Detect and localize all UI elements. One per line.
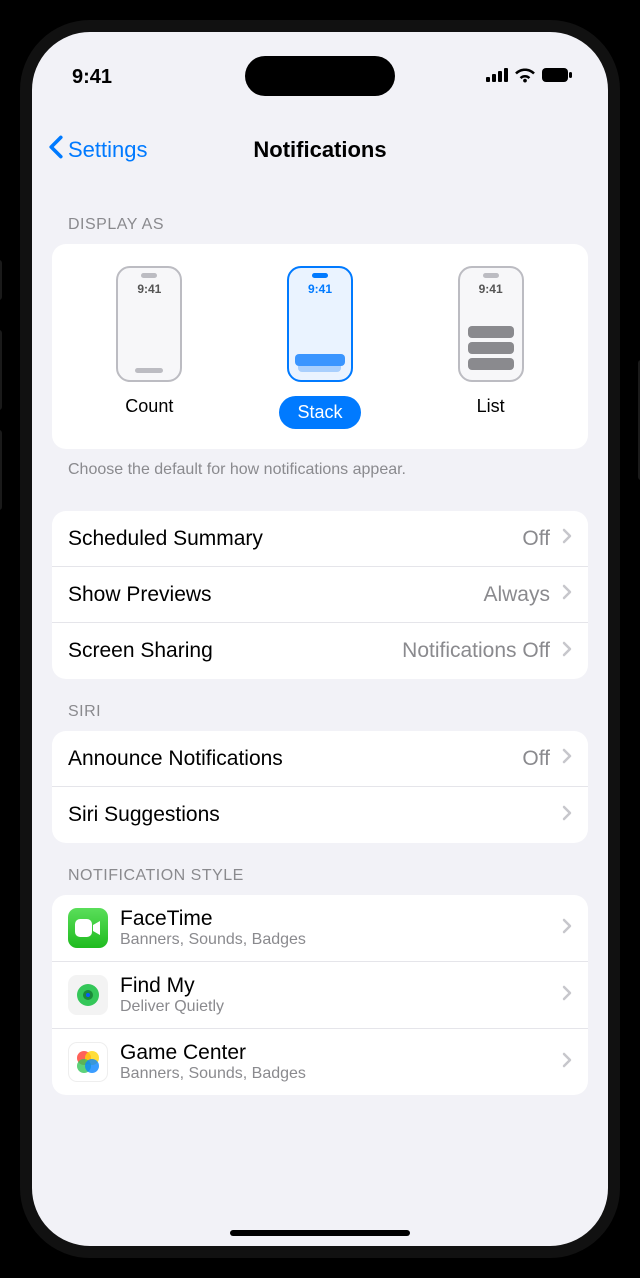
row-show-previews[interactable]: Show Previews Always bbox=[52, 567, 588, 623]
findmy-icon bbox=[68, 975, 108, 1015]
app-name: Game Center bbox=[120, 1041, 550, 1065]
page-title: Notifications bbox=[253, 137, 386, 163]
display-option-list[interactable]: 9:41 List bbox=[431, 266, 551, 429]
row-value: Notifications Off bbox=[402, 639, 550, 663]
display-option-count[interactable]: 9:41 Count bbox=[89, 266, 209, 429]
row-value: Always bbox=[483, 583, 550, 607]
section-header-style: NOTIFICATION STYLE bbox=[52, 843, 588, 895]
facetime-icon bbox=[68, 908, 108, 948]
status-time: 9:41 bbox=[72, 66, 112, 89]
back-label: Settings bbox=[68, 137, 148, 163]
display-option-stack[interactable]: 9:41 Stack bbox=[260, 266, 380, 429]
app-row-gamecenter[interactable]: Game Center Banners, Sounds, Badges bbox=[52, 1029, 588, 1095]
chevron-right-icon bbox=[562, 641, 572, 662]
app-sub: Banners, Sounds, Badges bbox=[120, 1065, 550, 1083]
row-value: Off bbox=[522, 747, 550, 771]
volume-down-button bbox=[0, 430, 2, 510]
app-row-facetime[interactable]: FaceTime Banners, Sounds, Badges bbox=[52, 895, 588, 962]
chevron-right-icon bbox=[562, 748, 572, 769]
chevron-right-icon bbox=[562, 805, 572, 826]
row-siri-suggestions[interactable]: Siri Suggestions bbox=[52, 787, 588, 843]
count-preview: 9:41 bbox=[116, 266, 182, 382]
battery-icon bbox=[542, 68, 572, 87]
wifi-icon bbox=[514, 67, 536, 88]
device-frame: 9:41 Settings Notification bbox=[0, 0, 640, 1278]
row-value: Off bbox=[522, 527, 550, 551]
app-name: Find My bbox=[120, 974, 550, 998]
chevron-right-icon bbox=[562, 985, 572, 1006]
section-header-display-as: DISPLAY AS bbox=[52, 192, 588, 244]
gamecenter-icon bbox=[68, 1042, 108, 1082]
dynamic-island bbox=[245, 56, 395, 96]
stack-preview: 9:41 bbox=[287, 266, 353, 382]
row-label: Screen Sharing bbox=[68, 639, 390, 663]
row-announce-notifications[interactable]: Announce Notifications Off bbox=[52, 731, 588, 787]
general-card: Scheduled Summary Off Show Previews Alwa… bbox=[52, 511, 588, 679]
option-label-list: List bbox=[477, 396, 505, 417]
siri-card: Announce Notifications Off Siri Suggesti… bbox=[52, 731, 588, 843]
row-screen-sharing[interactable]: Screen Sharing Notifications Off bbox=[52, 623, 588, 679]
chevron-right-icon bbox=[562, 584, 572, 605]
app-row-findmy[interactable]: Find My Deliver Quietly bbox=[52, 962, 588, 1029]
row-scheduled-summary[interactable]: Scheduled Summary Off bbox=[52, 511, 588, 567]
app-name: FaceTime bbox=[120, 907, 550, 931]
volume-up-button bbox=[0, 330, 2, 410]
back-button[interactable]: Settings bbox=[48, 135, 148, 165]
chevron-left-icon bbox=[48, 135, 64, 165]
mute-switch bbox=[0, 260, 2, 300]
home-indicator[interactable] bbox=[230, 1230, 410, 1236]
style-card: FaceTime Banners, Sounds, Badges Find My… bbox=[52, 895, 588, 1095]
section-header-siri: SIRI bbox=[52, 679, 588, 731]
chevron-right-icon bbox=[562, 528, 572, 549]
chevron-right-icon bbox=[562, 918, 572, 939]
content-scroll[interactable]: DISPLAY AS 9:41 Count bbox=[32, 192, 608, 1246]
option-label-count: Count bbox=[125, 396, 173, 417]
cellular-signal-icon bbox=[486, 68, 508, 87]
option-label-stack: Stack bbox=[279, 396, 360, 429]
row-label: Scheduled Summary bbox=[68, 527, 510, 551]
app-sub: Deliver Quietly bbox=[120, 998, 550, 1016]
nav-bar: Settings Notifications bbox=[32, 120, 608, 180]
display-as-footer: Choose the default for how notifications… bbox=[52, 449, 588, 483]
list-preview: 9:41 bbox=[458, 266, 524, 382]
row-label: Show Previews bbox=[68, 583, 471, 607]
row-label: Siri Suggestions bbox=[68, 803, 550, 827]
chevron-right-icon bbox=[562, 1052, 572, 1073]
row-label: Announce Notifications bbox=[68, 747, 510, 771]
display-as-card: 9:41 Count 9:41 Stack bbox=[52, 244, 588, 449]
screen: 9:41 Settings Notification bbox=[20, 20, 620, 1258]
app-sub: Banners, Sounds, Badges bbox=[120, 931, 550, 949]
